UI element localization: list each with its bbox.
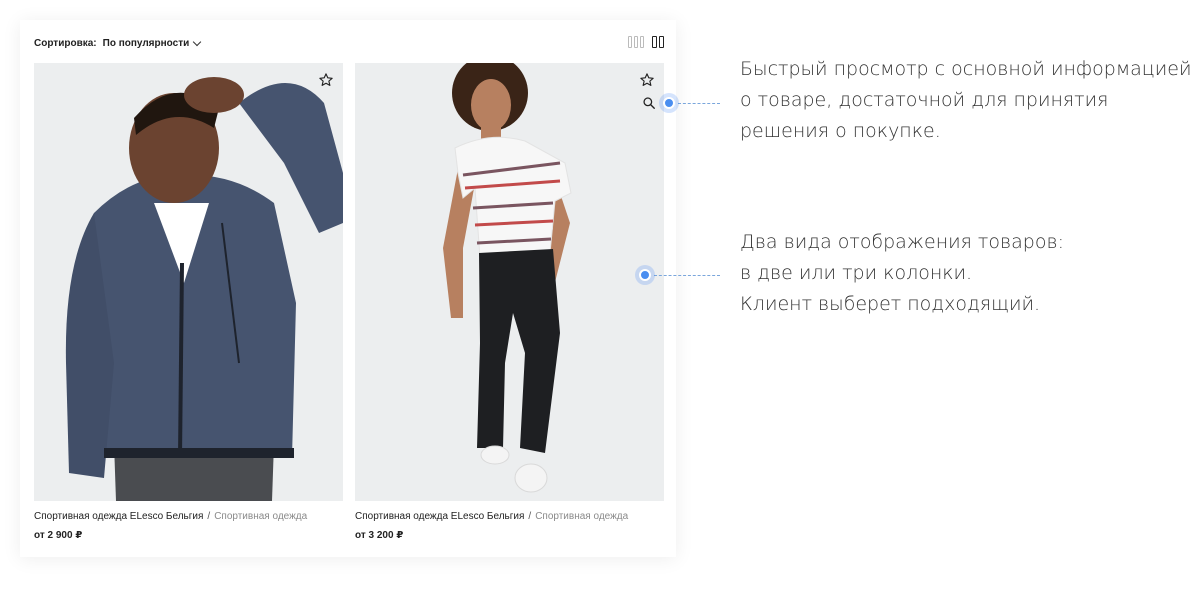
chevron-down-icon[interactable]: [193, 37, 202, 47]
callout-dot-quick-view: [659, 93, 679, 113]
breadcrumb-category[interactable]: Спортивная одежда: [214, 511, 307, 522]
note-line: Клиент выберет подходящий.: [740, 293, 1041, 315]
view-toggle: [628, 36, 664, 48]
note-line: в две или три колонки.: [740, 262, 973, 284]
breadcrumb-brand[interactable]: Спортивная одежда ELesco Бельгия: [34, 511, 203, 522]
callout-line-quick-view: [678, 103, 720, 104]
callout-dot-view-modes: [635, 265, 655, 285]
star-icon[interactable]: [639, 72, 655, 88]
note-line: Два вида отображения товаров:: [740, 231, 1064, 253]
product-image[interactable]: [355, 63, 664, 501]
product-price: от 2 900 ₽: [34, 530, 83, 541]
breadcrumb-category[interactable]: Спортивная одежда: [535, 511, 628, 522]
breadcrumb-separator: /: [528, 511, 532, 522]
sort-dropdown[interactable]: По популярности: [103, 38, 190, 49]
three-columns-icon[interactable]: [628, 36, 644, 48]
breadcrumb-brand[interactable]: Спортивная одежда ELesco Бельгия: [355, 511, 524, 522]
product-price: от 3 200 ₽: [355, 530, 404, 541]
note-line: решения о покупке.: [740, 120, 941, 142]
two-columns-icon[interactable]: [652, 36, 664, 48]
product-image[interactable]: [34, 63, 343, 501]
note-view-modes: Два вида отображения товаров: в две или …: [740, 227, 1064, 320]
breadcrumb: Спортивная одежда ELesco Бельгия / Спортив…: [355, 511, 664, 522]
breadcrumb-separator: /: [207, 511, 211, 522]
product-card[interactable]: Спортивная одежда ELesco Бельгия / Спортив…: [34, 63, 343, 541]
tshirt-model-image: [355, 63, 664, 501]
note-line: Быстрый просмотр с основной информацией: [740, 58, 1192, 80]
sort-control[interactable]: Сортировка: По популярности: [34, 37, 202, 49]
note-quick-view: Быстрый просмотр с основной информацией …: [740, 54, 1191, 147]
product-card[interactable]: Спортивная одежда ELesco Бельгия / Спортив…: [355, 63, 664, 541]
sort-label: Сортировка:: [34, 38, 97, 49]
breadcrumb: Спортивная одежда ELesco Бельгия / Спортив…: [34, 511, 343, 522]
star-icon[interactable]: [318, 72, 334, 88]
search-icon[interactable]: [642, 96, 656, 110]
jacket-model-image: [34, 63, 343, 501]
note-line: о товаре, достаточной для принятия: [740, 89, 1109, 111]
callout-line-view-modes: [654, 275, 720, 276]
product-listing-card: Сортировка: По популярности Спортивная о…: [20, 20, 676, 557]
